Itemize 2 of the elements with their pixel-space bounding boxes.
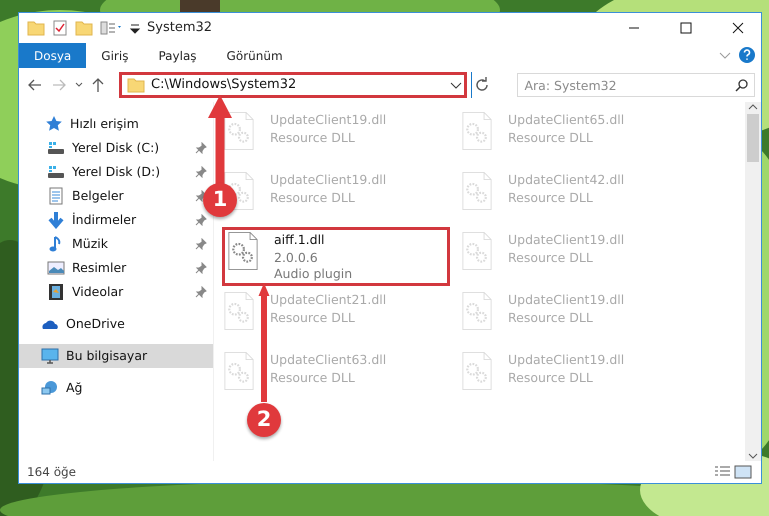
item-count: 164 öğe: [27, 464, 78, 481]
window-title: System32: [147, 19, 212, 38]
